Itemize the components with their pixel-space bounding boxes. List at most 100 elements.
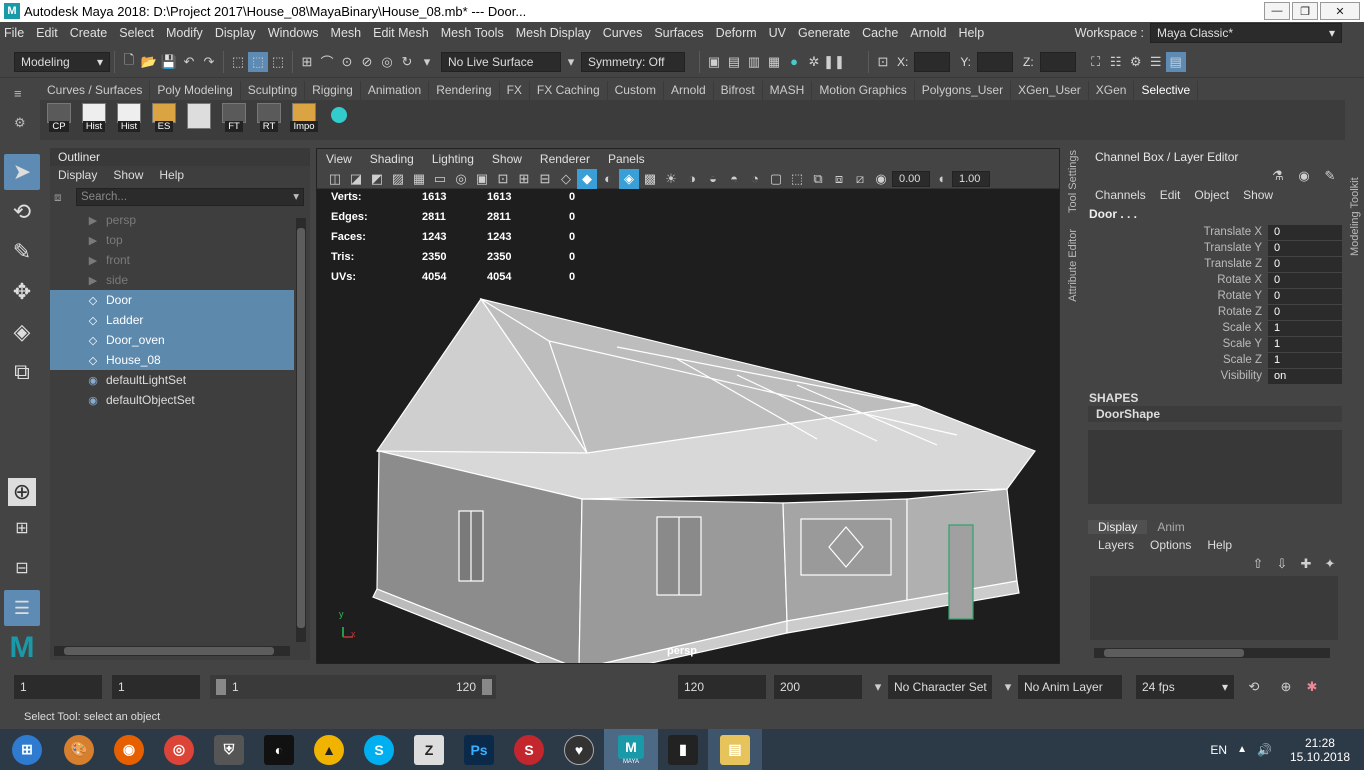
tray-arrow-icon[interactable]: ▲ (1237, 744, 1247, 755)
menu-mesh-display[interactable]: Mesh Display (510, 26, 597, 40)
snap-curve-icon[interactable]: ⌒ (317, 52, 337, 72)
move-layer-up-icon[interactable]: ⇧ (1248, 554, 1268, 574)
image-plane-icon[interactable]: ▨ (388, 169, 408, 189)
chevron-down-icon[interactable]: ▾ (417, 52, 437, 72)
shelf-button-ft[interactable]: FT (218, 103, 250, 137)
outliner-filter-icon[interactable]: ⧈ (54, 190, 76, 205)
symmetry-field[interactable]: Symmetry: Off (581, 51, 685, 72)
depth-of-field-icon[interactable]: ▢ (766, 169, 786, 189)
menu-help[interactable]: Help (952, 26, 990, 40)
layer-horizontal-scrollbar[interactable] (1094, 648, 1330, 658)
shelf-button-sphere[interactable] (323, 103, 355, 137)
menu-modify[interactable]: Modify (160, 26, 209, 40)
cb-menu-object[interactable]: Object (1187, 188, 1236, 202)
animation-prefs-icon[interactable]: ✱ (1302, 677, 1322, 697)
render-frame-icon[interactable]: ▤ (724, 52, 744, 72)
tab-fx-caching[interactable]: FX Caching (530, 81, 608, 100)
channel-value[interactable]: 0 (1268, 240, 1342, 256)
outliner-item-front[interactable]: ▶ front (50, 250, 294, 270)
tab-anim[interactable]: Anim (1147, 520, 1194, 534)
shelf-button-hist-2[interactable]: Hist (113, 103, 145, 137)
layer-menu-help[interactable]: Help (1199, 538, 1240, 552)
snap-grid-icon[interactable]: ⊞ (297, 52, 317, 72)
snap-point-icon[interactable]: ⊙ (337, 52, 357, 72)
language-indicator[interactable]: EN (1210, 743, 1227, 757)
camera-icon[interactable]: ◫ (325, 169, 345, 189)
resolution-gate-icon[interactable]: ◎ (451, 169, 471, 189)
tab-xgen[interactable]: XGen (1089, 81, 1135, 100)
menu-deform[interactable]: Deform (710, 26, 763, 40)
x-field[interactable] (914, 51, 951, 72)
clock[interactable]: 21:28 15.10.2018 (1290, 736, 1350, 764)
taskbar-app-6[interactable]: ◐ (254, 729, 304, 770)
tab-curves-surfaces[interactable]: Curves / Surfaces (40, 81, 151, 100)
current-time-field[interactable]: 1 (112, 675, 200, 699)
menu-cache[interactable]: Cache (856, 26, 904, 40)
xray-joints-icon[interactable]: ⧉ (808, 169, 828, 189)
xray-active-icon[interactable]: ⧈ (829, 169, 849, 189)
safe-title-icon[interactable]: ⊟ (535, 169, 555, 189)
default-material-icon[interactable]: ◐ (598, 169, 618, 189)
channel-value[interactable]: 0 (1268, 304, 1342, 320)
shelf-menu-handle[interactable]: ≡ ⚙ (14, 86, 32, 136)
minimize-button[interactable]: — (1264, 2, 1290, 20)
smooth-shade-icon[interactable]: ◆ (577, 168, 597, 189)
tab-tool-settings[interactable]: Tool Settings (1067, 150, 1079, 213)
single-pane-icon[interactable]: ⊕ (8, 478, 36, 506)
tab-poly-modeling[interactable]: Poly Modeling (150, 81, 241, 100)
outliner-menu-display[interactable]: Display (50, 168, 105, 182)
tool-settings-icon[interactable]: ⚙ (1126, 52, 1146, 72)
taskbar-app-7[interactable]: ▲ (304, 729, 354, 770)
outliner-item-door[interactable]: ◇ Door (50, 290, 294, 310)
start-time-field[interactable]: 1 (14, 675, 102, 699)
close-button[interactable]: ✕ (1320, 2, 1360, 20)
channel-value[interactable]: 0 (1268, 288, 1342, 304)
start-button[interactable]: ⊞ (0, 729, 54, 770)
layer-menu-layers[interactable]: Layers (1090, 538, 1142, 552)
tab-fx[interactable]: FX (500, 81, 530, 100)
taskbar-firefox[interactable]: ◉ (104, 729, 154, 770)
channel-value[interactable]: 1 (1268, 336, 1342, 352)
outliner-vertical-scrollbar[interactable] (296, 218, 306, 642)
chevron-down-icon[interactable]: ▾ (561, 52, 581, 72)
arnold-render-icon[interactable]: ✲ (804, 52, 824, 72)
ambient-occlusion-icon[interactable]: ◒ (703, 169, 723, 189)
channel-translate-y[interactable]: Translate Y 0 (1086, 240, 1342, 256)
channel-scale-z[interactable]: Scale Z 1 (1086, 352, 1342, 368)
exposure-field[interactable]: 0.00 (892, 170, 930, 187)
volume-icon[interactable]: 🔊 (1257, 743, 1272, 757)
shelf-button-impo[interactable]: Impo (288, 103, 320, 137)
shelf-button-cp[interactable]: CP (43, 103, 75, 137)
y-field[interactable] (977, 51, 1014, 72)
taskbar-paint-app[interactable]: 🎨 (54, 729, 104, 770)
tab-animation[interactable]: Animation (361, 81, 430, 100)
outliner-item-top[interactable]: ▶ top (50, 230, 294, 250)
channel-visibility[interactable]: Visibility on (1086, 368, 1342, 384)
outliner-item-persp[interactable]: ▶ persp (50, 210, 294, 230)
loop-icon[interactable]: ⟲ (1244, 677, 1264, 697)
vp-menu-show[interactable]: Show (483, 152, 531, 166)
move-layer-down-icon[interactable]: ⇩ (1272, 554, 1292, 574)
channel-value[interactable]: 0 (1268, 272, 1342, 288)
channel-box-icon[interactable]: ⚗ (1268, 166, 1288, 186)
render-view-icon[interactable]: ▣ (704, 52, 724, 72)
time-range-slider[interactable]: 1 120 (210, 675, 496, 699)
menu-curves[interactable]: Curves (597, 26, 649, 40)
cb-menu-show[interactable]: Show (1236, 188, 1280, 202)
outliner-menu-show[interactable]: Show (105, 168, 151, 182)
channel-box-icon[interactable]: ☰ (1146, 52, 1166, 72)
channel-value[interactable]: on (1268, 368, 1342, 384)
layout-icon[interactable]: ▤ (1165, 51, 1186, 72)
redo-icon[interactable]: ↷ (199, 52, 219, 72)
outliner-item-side[interactable]: ▶ side (50, 270, 294, 290)
camera-attr-icon[interactable]: ◪ (346, 169, 366, 189)
xray-icon[interactable]: ▩ (640, 169, 660, 189)
bookmark-icon[interactable]: ◩ (367, 169, 387, 189)
vp-menu-lighting[interactable]: Lighting (423, 152, 483, 166)
undo-icon[interactable]: ↶ (179, 52, 199, 72)
menu-edit-mesh[interactable]: Edit Mesh (367, 26, 435, 40)
snap-projected-icon[interactable]: ⊘ (357, 52, 377, 72)
chevron-down-icon[interactable]: ▾ (998, 677, 1018, 697)
gamma-icon[interactable]: ◖ (931, 169, 951, 189)
outliner-horizontal-scrollbar[interactable] (54, 646, 290, 656)
